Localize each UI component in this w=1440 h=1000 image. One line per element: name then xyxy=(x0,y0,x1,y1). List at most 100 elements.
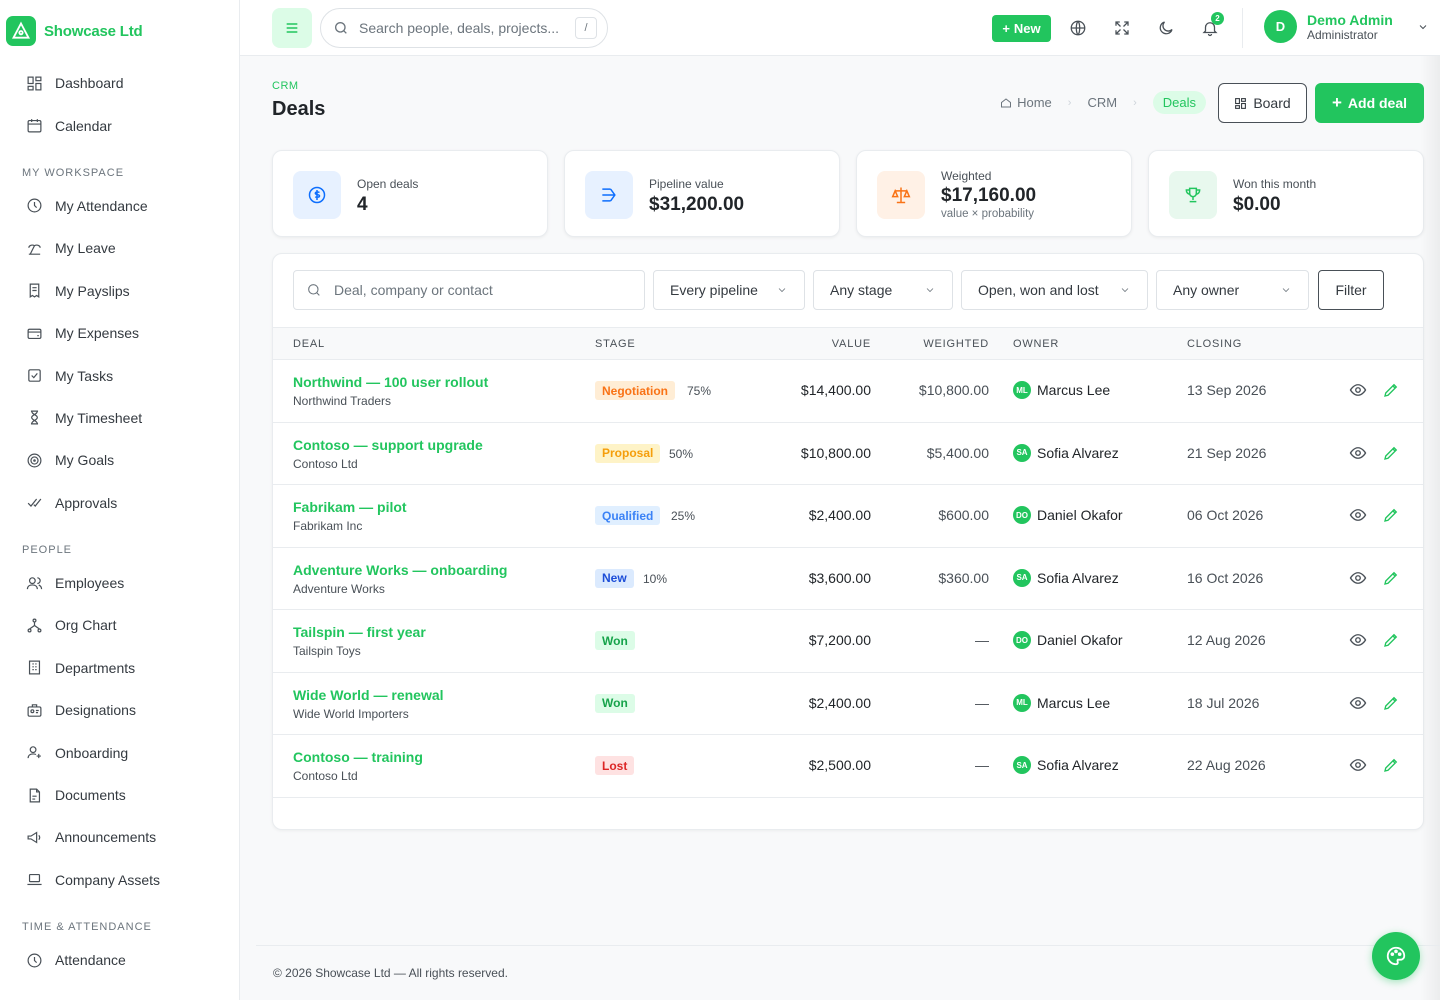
palette-icon xyxy=(1386,946,1406,966)
view-deal-button[interactable] xyxy=(1348,693,1368,713)
deal-link[interactable]: Wide World — renewal xyxy=(293,687,444,703)
notifications-button[interactable]: 2 xyxy=(1194,12,1226,44)
sidebar-item-my-attendance[interactable]: My Attendance xyxy=(0,185,239,227)
breadcrumb-separator-icon: › xyxy=(1067,96,1072,109)
sidebar-item-company-assets[interactable]: Company Assets xyxy=(0,859,239,901)
sidebar-item-my-expenses[interactable]: My Expenses xyxy=(0,312,239,354)
deal-link[interactable]: Fabrikam — pilot xyxy=(293,499,407,515)
table-row[interactable]: Wide World — renewal Wide World Importers… xyxy=(273,673,1423,735)
sidebar-item-my-goals[interactable]: My Goals xyxy=(0,439,239,481)
sidebar-item-label: Designations xyxy=(55,702,136,719)
global-search-placeholder: Search people, deals, projects... xyxy=(359,20,560,36)
deal-company: Contoso Ltd xyxy=(293,769,358,783)
stat-value: $31,200.00 xyxy=(649,194,745,215)
global-search-input[interactable]: Search people, deals, projects... / xyxy=(320,8,608,48)
sidebar-item-documents[interactable]: Documents xyxy=(0,774,239,816)
status-select[interactable]: Open, won and lost xyxy=(961,270,1148,310)
filter-button[interactable]: Filter xyxy=(1318,270,1384,310)
view-deal-button[interactable] xyxy=(1348,505,1368,525)
sidebar-item-my-tasks[interactable]: My Tasks xyxy=(0,354,239,396)
theme-customizer-button[interactable] xyxy=(1372,932,1420,980)
deal-link[interactable]: Contoso — support upgrade xyxy=(293,437,483,453)
edit-deal-button[interactable] xyxy=(1381,380,1401,400)
edit-deal-button[interactable] xyxy=(1381,693,1401,713)
table-row[interactable]: Contoso — support upgrade Contoso Ltd Prop… xyxy=(273,423,1423,485)
new-button[interactable]: + New xyxy=(992,15,1051,42)
sidebar-item-designations[interactable]: Designations xyxy=(0,689,239,731)
deal-owner: DO Daniel Okafor xyxy=(1013,506,1123,524)
deal-search-input[interactable]: Deal, company or contact xyxy=(293,270,645,310)
column-header-value[interactable]: VALUE xyxy=(832,338,871,350)
edit-deal-button[interactable] xyxy=(1381,568,1401,588)
deal-owner: SA Sofia Alvarez xyxy=(1013,568,1119,587)
column-header-deal[interactable]: DEAL xyxy=(293,338,325,350)
fullscreen-icon xyxy=(1115,21,1129,35)
table-row[interactable]: Adventure Works — onboarding Adventure Wo… xyxy=(273,548,1423,610)
menu-toggle-button[interactable] xyxy=(272,8,312,48)
sidebar-item-onboarding[interactable]: Onboarding xyxy=(0,731,239,773)
view-deal-button[interactable] xyxy=(1348,630,1368,650)
deal-link[interactable]: Tailspin — first year xyxy=(293,624,426,640)
language-button[interactable] xyxy=(1062,12,1094,44)
brand[interactable]: Showcase Ltd xyxy=(0,0,239,62)
edit-deal-button[interactable] xyxy=(1381,630,1401,650)
edit-deal-button[interactable] xyxy=(1381,443,1401,463)
deal-value: $10,800.00 xyxy=(800,444,871,461)
sidebar-item-departments[interactable]: Departments xyxy=(0,647,239,689)
sidebar-item-org-chart[interactable]: Org Chart xyxy=(0,604,239,646)
table-row[interactable]: Fabrikam — pilot Fabrikam Inc Qualified 25%… xyxy=(273,485,1423,548)
stage-probability: 25% xyxy=(671,509,696,523)
pipeline-select[interactable]: Every pipeline xyxy=(653,270,805,310)
view-deal-button[interactable] xyxy=(1348,443,1368,463)
breadcrumb-home[interactable]: Home xyxy=(1000,95,1052,110)
sidebar-item-calendar[interactable]: Calendar xyxy=(0,104,239,146)
owner-select[interactable]: Any owner xyxy=(1156,270,1309,310)
table-row[interactable]: Northwind — 100 user rollout Northwind Tr… xyxy=(273,360,1423,423)
sidebar-item-my-leave[interactable]: My Leave xyxy=(0,227,239,269)
column-header-weighted[interactable]: WEIGHTED xyxy=(923,338,989,350)
stage-badge: Negotiation xyxy=(595,381,675,400)
stage-select[interactable]: Any stage xyxy=(813,270,953,310)
edit-deal-button[interactable] xyxy=(1381,505,1401,525)
column-header-closing[interactable]: CLOSING xyxy=(1187,338,1242,350)
eye-icon xyxy=(1349,759,1367,771)
sidebar-item-attendance[interactable]: Attendance xyxy=(0,939,239,981)
sidebar-section-title: PEOPLE xyxy=(22,543,73,556)
board-view-button[interactable]: Board xyxy=(1218,83,1307,123)
sidebar-item-dashboard[interactable]: Dashboard xyxy=(0,62,239,104)
sidebar-item-my-timesheet[interactable]: My Timesheet xyxy=(0,397,239,439)
column-header-owner[interactable]: OWNER xyxy=(1013,338,1059,350)
view-deal-button[interactable] xyxy=(1348,568,1368,588)
add-deal-button[interactable]: + Add deal xyxy=(1315,83,1424,123)
table-row[interactable]: Contoso — training Contoso Ltd Lost $2,500.… xyxy=(273,735,1423,798)
view-deal-button[interactable] xyxy=(1348,755,1368,775)
sidebar-item-label: Org Chart xyxy=(55,617,117,634)
deal-link[interactable]: Northwind — 100 user rollout xyxy=(293,374,488,390)
breadcrumb-home-label: Home xyxy=(1017,95,1052,110)
deal-link[interactable]: Adventure Works — onboarding xyxy=(293,562,507,578)
eye-icon xyxy=(1349,696,1367,709)
deal-weighted-value: — xyxy=(975,757,989,773)
sidebar-item-approvals[interactable]: Approvals xyxy=(0,482,239,524)
wallet-icon xyxy=(27,328,42,339)
plus-icon: + xyxy=(1002,21,1010,36)
fullscreen-button[interactable] xyxy=(1106,12,1138,44)
sidebar-item-my-payslips[interactable]: My Payslips xyxy=(0,270,239,312)
edit-deal-button[interactable] xyxy=(1381,755,1401,775)
deal-owner: ML Marcus Lee xyxy=(1013,693,1110,712)
breadcrumb-crm[interactable]: CRM xyxy=(1087,95,1117,110)
topbar-divider xyxy=(1242,8,1243,48)
column-header-stage[interactable]: STAGE xyxy=(595,338,635,350)
footer-text: © 2026 Showcase Ltd — All rights reserve… xyxy=(273,966,508,980)
user-menu[interactable]: D Demo Admin Administrator xyxy=(1264,10,1429,43)
deal-weighted-value: $600.00 xyxy=(938,507,989,523)
view-deal-button[interactable] xyxy=(1348,380,1368,400)
sidebar-item-label: My Timesheet xyxy=(55,409,143,426)
sidebar-item-announcements[interactable]: Announcements xyxy=(0,816,239,858)
sidebar-item-employees[interactable]: Employees xyxy=(0,562,239,604)
table-row[interactable]: Tailspin — first year Tailspin Toys Won $7,… xyxy=(273,610,1423,673)
add-deal-label: Add deal xyxy=(1347,95,1408,111)
deal-value: $7,200.00 xyxy=(808,632,871,648)
deal-link[interactable]: Contoso — training xyxy=(293,749,423,765)
theme-toggle-button[interactable] xyxy=(1150,12,1182,44)
